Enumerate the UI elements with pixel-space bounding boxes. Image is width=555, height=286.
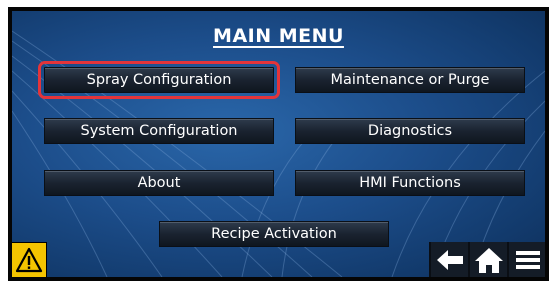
hmi-screen: MAIN MENU Spray Configuration Maintenanc… [8, 7, 549, 281]
left-arrow-icon [436, 250, 463, 270]
page-title: MAIN MENU [213, 25, 344, 47]
warning-button[interactable] [12, 242, 47, 277]
navigation-bar [429, 242, 545, 277]
diagnostics-button[interactable]: Diagnostics [295, 118, 525, 144]
menu-button[interactable] [507, 242, 545, 277]
warning-icon [15, 247, 43, 273]
about-button[interactable]: About [44, 170, 274, 196]
hmi-functions-button[interactable]: HMI Functions [295, 170, 525, 196]
recipe-activation-button[interactable]: Recipe Activation [159, 221, 389, 247]
back-button[interactable] [429, 242, 468, 277]
home-button[interactable] [468, 242, 507, 277]
maintenance-or-purge-button[interactable]: Maintenance or Purge [295, 67, 525, 93]
spray-configuration-button[interactable]: Spray Configuration [38, 61, 280, 99]
hamburger-menu-icon [515, 251, 540, 269]
system-configuration-button[interactable]: System Configuration [44, 118, 274, 144]
home-icon [474, 248, 503, 273]
